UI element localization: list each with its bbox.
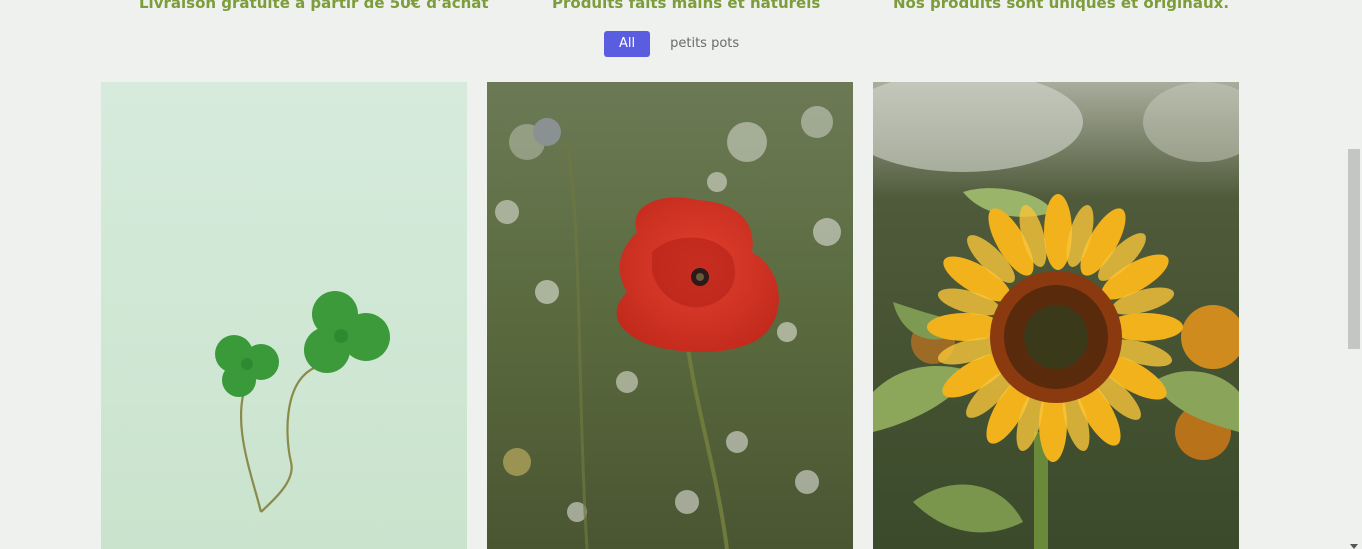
feature-unique: Nos produits sont uniques et originaux. — [893, 0, 1230, 12]
features-strip: Livraison gratuite à partir de 50€ d'ach… — [0, 0, 1362, 20]
scroll-down-arrow-icon[interactable] — [1350, 544, 1358, 549]
feature-free-delivery: Livraison gratuite à partir de 50€ d'ach… — [139, 0, 489, 12]
clover-image — [101, 82, 467, 549]
scrollbar-thumb[interactable] — [1348, 149, 1360, 349]
page-scrollbar[interactable] — [1345, 0, 1362, 549]
filter-petits-pots-button[interactable]: petits pots — [670, 31, 739, 57]
feature-handmade: Produits faits mains et naturels — [552, 0, 821, 12]
filter-all-button[interactable]: All — [604, 31, 651, 57]
gallery-item-sunflower[interactable] — [873, 82, 1239, 549]
gallery-filters: All petits pots — [604, 31, 739, 57]
sunflower-image — [873, 82, 1239, 549]
poppy-image — [487, 82, 853, 549]
gallery-item-poppy[interactable] — [487, 82, 853, 549]
gallery-item-clover[interactable] — [101, 82, 467, 549]
